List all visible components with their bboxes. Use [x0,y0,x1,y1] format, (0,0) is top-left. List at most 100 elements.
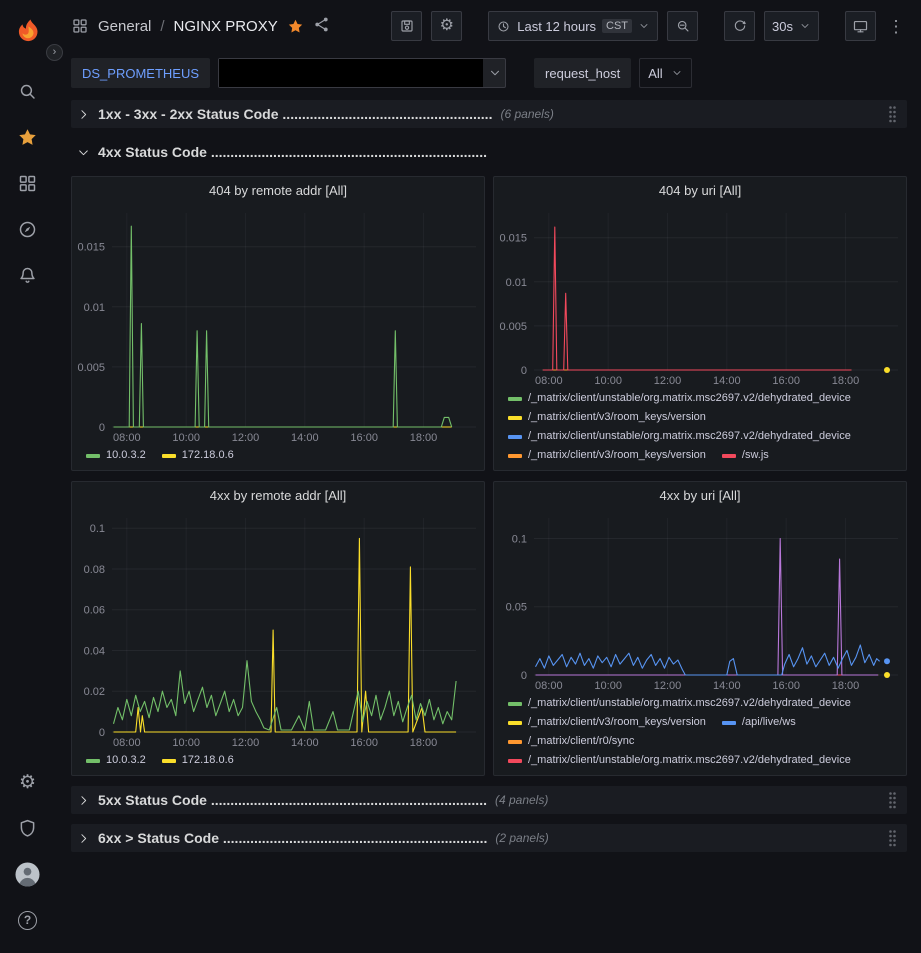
gear-icon: ⚙ [440,18,454,34]
sidebar-item-server-admin[interactable] [0,805,55,851]
svg-text:12:00: 12:00 [654,375,682,387]
svg-text:0.08: 0.08 [84,564,105,576]
timeseries-plot[interactable]: 00.0050.010.01508:0010:0012:0014:0016:00… [72,205,484,445]
refresh-button[interactable] [724,11,755,41]
main-area: General / NGINX PROXY [55,0,921,953]
svg-text:0.1: 0.1 [512,534,527,546]
more-options-button[interactable]: ⋮ [885,11,907,41]
sidebar-item-search[interactable] [0,68,55,114]
timeseries-plot[interactable]: 00.050.108:0010:0012:0014:0016:0018:00 [494,510,906,693]
legend-series-label: /sw.js [742,447,769,464]
row-6xx-status-code[interactable]: 6xx > Status Code ......................… [71,824,907,852]
tv-mode-button[interactable] [845,11,876,41]
legend-series-label: 172.18.0.6 [182,447,234,464]
timeseries-plot[interactable]: 00.0050.010.01508:0010:0012:0014:0016:00… [494,205,906,388]
chevron-down-icon [799,20,811,32]
dashboard-canvas: 1xx - 3xx - 2xx Status Code ............… [55,98,921,953]
legend-item[interactable]: /_matrix/client/unstable/org.matrix.msc2… [508,428,851,445]
panel-title[interactable]: 4xx by remote addr [All] [72,482,484,510]
legend-item[interactable]: /_matrix/client/v3/room_keys/version [508,409,706,426]
svg-text:16:00: 16:00 [772,375,800,387]
sidebar-expand-button[interactable]: › [46,44,63,61]
legend-series-label: /_matrix/client/unstable/org.matrix.msc2… [528,428,851,445]
legend-item[interactable]: /_matrix/client/v3/room_keys/version [508,447,706,464]
panel-chart[interactable]: 00.020.040.060.080.108:0010:0012:0014:00… [72,510,484,750]
chevron-down-icon [77,146,90,159]
svg-text:0: 0 [99,422,105,434]
svg-text:0.02: 0.02 [84,686,105,698]
drag-handle-icon[interactable] [888,105,897,123]
panel-chart[interactable]: 00.0050.010.01508:0010:0012:0014:0016:00… [494,205,906,388]
row-title: 6xx > Status Code ......................… [98,830,487,846]
sidebar-item-explore[interactable] [0,206,55,252]
row-5xx-status-code[interactable]: 5xx Status Code ........................… [71,786,907,814]
drag-handle-icon[interactable] [888,791,897,809]
sidebar-item-help[interactable]: ? [0,897,55,943]
panel-4xx-by-uri: 4xx by uri [All] 00.050.108:0010:0012:00… [493,481,907,776]
breadcrumb-divider: / [160,18,164,35]
share-button[interactable] [313,16,330,36]
row-panel-count: (4 panels) [495,793,548,807]
legend-item[interactable]: /_matrix/client/r0/sync [508,733,634,750]
legend-series-marker-icon [86,759,100,763]
svg-text:14:00: 14:00 [713,375,741,387]
sidebar-item-profile[interactable] [0,851,55,897]
legend-series-label: /_matrix/client/v3/room_keys/version [528,409,706,426]
save-dashboard-button[interactable] [391,11,422,41]
panel-chart[interactable]: 00.050.108:0010:0012:0014:0016:0018:00 [494,510,906,693]
datasource-variable-label[interactable]: DS_PROMETHEUS [71,58,210,88]
refresh-interval-dropdown[interactable]: 30s [764,11,819,41]
sidebar-item-dashboards[interactable] [0,160,55,206]
zoom-out-icon [675,18,691,34]
row-1xx-3xx-2xx-status-code[interactable]: 1xx - 3xx - 2xx Status Code ............… [71,100,907,128]
breadcrumb-section[interactable]: General [98,18,151,35]
timeseries-plot[interactable]: 00.020.040.060.080.108:0010:0012:0014:00… [72,510,484,750]
legend-item[interactable]: /sw.js [722,447,769,464]
panel-title[interactable]: 404 by uri [All] [494,177,906,205]
legend-series-label: /_matrix/client/v3/room_keys/version [528,714,706,731]
zoom-out-button[interactable] [667,11,698,41]
legend-item[interactable]: 172.18.0.6 [162,752,234,769]
sidebar-item-settings[interactable]: ⚙ [0,759,55,805]
panel-title[interactable]: 404 by remote addr [All] [72,177,484,205]
legend-item[interactable]: 10.0.3.2 [86,447,146,464]
svg-text:12:00: 12:00 [232,737,260,749]
gear-icon: ⚙ [19,773,36,792]
time-range-picker[interactable]: Last 12 hours CST [488,11,658,41]
request-host-select[interactable]: All [639,58,691,88]
grafana-flame-icon [14,17,42,45]
legend-item[interactable]: 10.0.3.2 [86,752,146,769]
svg-text:0.1: 0.1 [90,523,105,535]
svg-text:18:00: 18:00 [410,432,438,444]
favorite-star-button[interactable] [287,18,304,35]
shield-icon [17,818,38,839]
legend-item[interactable]: 172.18.0.6 [162,447,234,464]
star-icon [17,127,38,148]
legend-item[interactable]: /_matrix/client/v3/room_keys/version [508,714,706,731]
svg-text:0.06: 0.06 [84,605,105,617]
legend-series-label: /_matrix/client/unstable/org.matrix.msc2… [528,390,851,407]
row-4xx-status-code[interactable]: 4xx Status Code ........................… [71,138,907,166]
chevron-right-icon [77,832,90,845]
help-icon: ? [18,911,37,930]
panel-legend: /_matrix/client/unstable/org.matrix.msc2… [494,388,906,470]
legend-item[interactable]: /_matrix/client/unstable/org.matrix.msc2… [508,752,851,769]
dashboards-grid-icon [17,173,38,194]
chevron-down-icon [671,67,683,79]
sidebar-item-starred[interactable] [0,114,55,160]
panel-title[interactable]: 4xx by uri [All] [494,482,906,510]
svg-text:0.05: 0.05 [506,602,527,614]
svg-text:16:00: 16:00 [772,680,800,692]
drag-handle-icon[interactable] [888,829,897,847]
legend-item[interactable]: /api/live/ws [722,714,796,731]
legend-item[interactable]: /_matrix/client/unstable/org.matrix.msc2… [508,390,851,407]
request-host-value: All [648,66,662,81]
dashboard-settings-button[interactable]: ⚙ [431,11,462,41]
legend-item[interactable]: /_matrix/client/unstable/org.matrix.msc2… [508,695,851,712]
datasource-value-redacted [219,59,483,87]
sidebar-item-alerting[interactable] [0,252,55,298]
request-host-variable-label[interactable]: request_host [534,58,631,88]
panel-chart[interactable]: 00.0050.010.01508:0010:0012:0014:0016:00… [72,205,484,445]
datasource-select[interactable] [218,58,506,88]
legend-series-marker-icon [508,397,522,401]
